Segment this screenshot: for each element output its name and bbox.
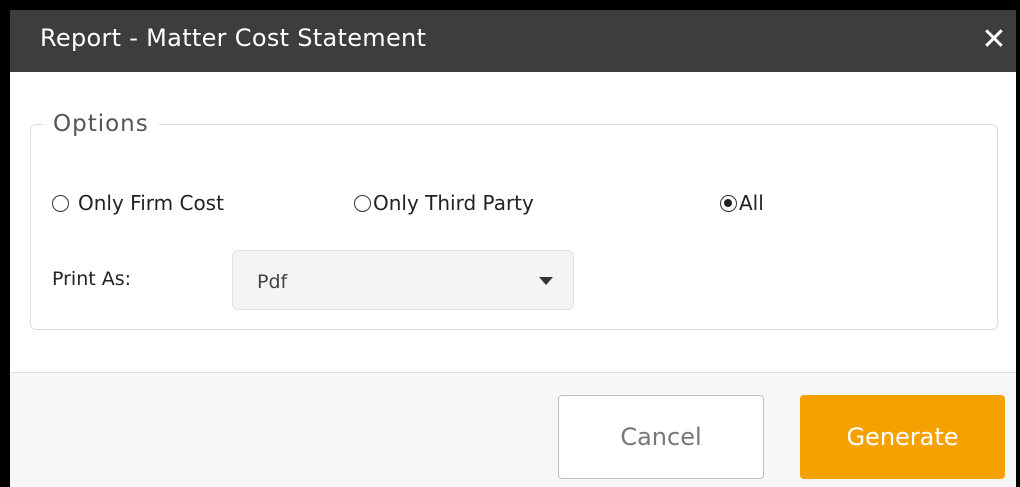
dialog-body: Options Only Firm Cost Only Third Party … <box>10 72 1016 382</box>
radio-circle-icon[interactable] <box>354 194 371 212</box>
options-legend: Options <box>53 111 149 137</box>
cancel-button[interactable]: Cancel <box>558 395 764 479</box>
radio-all[interactable]: All <box>720 188 764 218</box>
dialog-footer: Cancel Generate <box>10 372 1016 487</box>
radio-selected-icon[interactable] <box>720 194 737 212</box>
radio-label: Only Firm Cost <box>78 191 224 215</box>
chevron-down-icon[interactable] <box>539 277 553 285</box>
dialog-titlebar: Report - Matter Cost Statement ✕ <box>10 10 1016 72</box>
print-as-selected-value: Pdf <box>257 271 288 293</box>
dialog-title: Report - Matter Cost Statement <box>40 24 427 52</box>
radio-label: All <box>739 191 764 215</box>
generate-button[interactable]: Generate <box>800 395 1005 479</box>
radio-label: Only Third Party <box>373 191 534 215</box>
radio-only-third-party[interactable]: Only Third Party <box>354 188 534 218</box>
print-as-select[interactable]: Pdf <box>232 250 574 310</box>
cost-filter-radio-group: Only Firm Cost Only Third Party All <box>10 188 1016 218</box>
radio-only-firm-cost[interactable]: Only Firm Cost <box>52 188 224 218</box>
close-icon[interactable]: ✕ <box>974 18 1014 62</box>
radio-circle-icon[interactable] <box>52 194 69 212</box>
print-as-label: Print As: <box>52 268 132 290</box>
report-dialog: Report - Matter Cost Statement ✕ Options… <box>10 10 1016 487</box>
